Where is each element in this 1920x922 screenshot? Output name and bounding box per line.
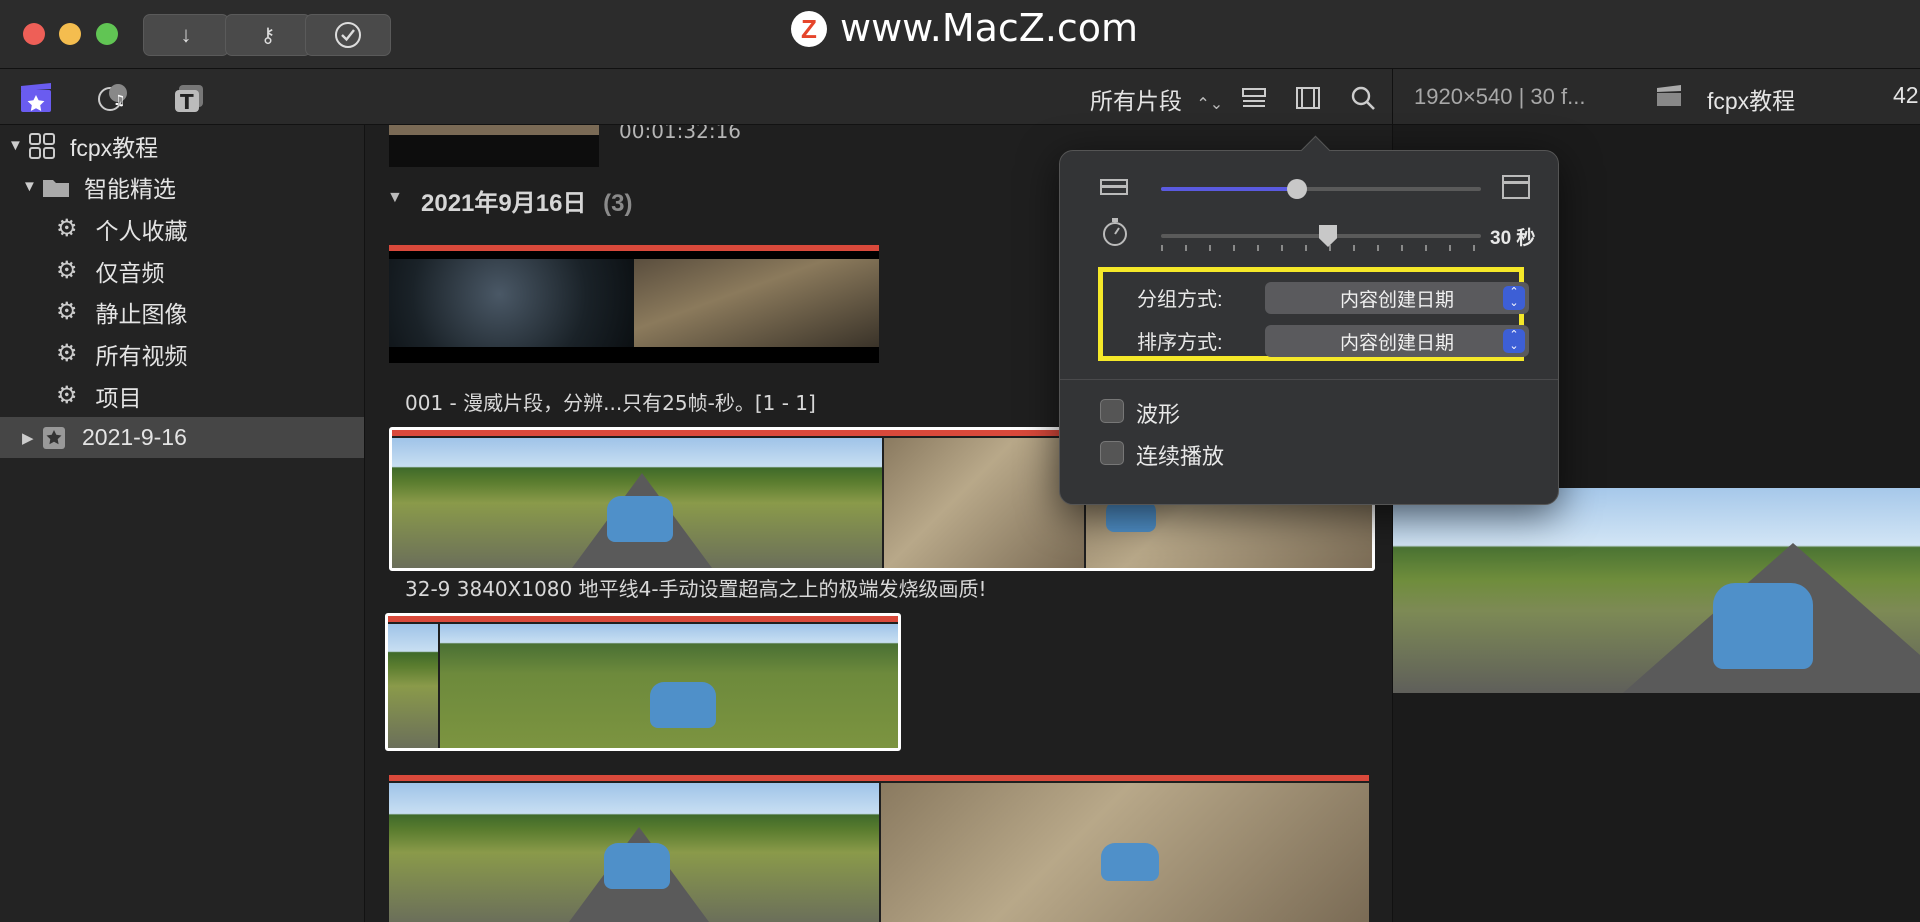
popover-divider bbox=[1060, 379, 1558, 380]
key-icon: ⚷ bbox=[260, 24, 276, 47]
sidebar-item-projects[interactable]: ⚙ 项目 bbox=[0, 375, 364, 416]
import-button[interactable]: ↓ bbox=[143, 14, 229, 56]
gear-icon: ⚙ bbox=[56, 298, 78, 325]
clip-timecode: 00:01:32:16 bbox=[619, 125, 742, 143]
gear-icon: ⚙ bbox=[56, 340, 78, 367]
clip-thumbnail[interactable] bbox=[389, 245, 879, 363]
toolbar-divider bbox=[1392, 69, 1393, 124]
waveforms-label: 波形 bbox=[1136, 402, 1181, 427]
search-icon[interactable] bbox=[1345, 80, 1381, 116]
viewer-format-info: 1920×540 | 30 f... bbox=[1414, 84, 1586, 109]
waveforms-checkbox[interactable] bbox=[1100, 399, 1124, 423]
sidebar-item-stills[interactable]: ⚙ 静止图像 bbox=[0, 291, 364, 332]
gear-icon: ⚙ bbox=[56, 257, 78, 284]
zoom-window-button[interactable] bbox=[96, 23, 118, 45]
library-name: fcpx教程 bbox=[70, 134, 159, 161]
title-bar: ↓ ⚷ Z www.MacZ.com bbox=[0, 0, 1920, 69]
gear-icon: ⚙ bbox=[56, 215, 78, 242]
watermark-text: www.MacZ.com bbox=[840, 6, 1139, 50]
libraries-icon[interactable] bbox=[18, 80, 54, 116]
clip-appearance-popover: 30 秒 分组方式: 内容创建日期 ⌃ ⌄ 排序方式: 内容创建日期 ⌃ ⌄ 波形 … bbox=[1059, 135, 1559, 505]
large-clip-height-icon bbox=[1502, 175, 1530, 199]
list-view-icon[interactable] bbox=[1236, 80, 1272, 116]
sidebar-item-label: 静止图像 bbox=[95, 300, 188, 327]
group-by-select[interactable]: 内容创建日期 ⌃ ⌄ bbox=[1265, 282, 1529, 314]
sidebar-smart-folder-row[interactable]: ▼ 智能精选 bbox=[0, 166, 364, 207]
clip-caption: 32-9 3840X1080 地平线4-手动设置超高之上的极端发烧级画质! bbox=[405, 577, 987, 601]
sort-by-value: 内容创建日期 bbox=[1339, 332, 1454, 354]
sort-by-select[interactable]: 内容创建日期 ⌃ ⌄ bbox=[1265, 325, 1529, 357]
keywords-button[interactable]: ⚷ bbox=[225, 14, 311, 56]
group-disclosure-icon[interactable]: ▼ bbox=[387, 189, 403, 207]
continuous-playback-label: 连续播放 bbox=[1136, 444, 1225, 469]
group-by-label: 分组方式: bbox=[1137, 289, 1223, 311]
checkmark-icon bbox=[335, 22, 361, 48]
event-star-icon bbox=[43, 426, 65, 449]
titles-generators-icon[interactable]: T bbox=[172, 80, 208, 116]
updown-chevron-icon: ⌃⌄ bbox=[1196, 96, 1224, 113]
library-grid-icon bbox=[29, 132, 55, 159]
sidebar-item-all-video[interactable]: ⚙ 所有视频 bbox=[0, 333, 364, 374]
sort-by-label: 排序方式: bbox=[1137, 332, 1223, 354]
disclosure-triangle-icon[interactable]: ▶ bbox=[22, 429, 36, 447]
clapper-icon bbox=[1655, 84, 1683, 113]
slider-tick-marks bbox=[1161, 245, 1481, 251]
sidebar-event-row[interactable]: ▶ 2021-9-16 bbox=[0, 417, 364, 458]
smart-folder-name: 智能精选 bbox=[84, 175, 176, 202]
minimize-window-button[interactable] bbox=[59, 23, 81, 45]
duration-value: 30 秒 bbox=[1490, 228, 1536, 249]
sidebar-item-label: 项目 bbox=[95, 384, 142, 411]
group-by-value: 内容创建日期 bbox=[1339, 289, 1454, 311]
date-group-label: 2021年9月16日 bbox=[421, 190, 587, 217]
updown-chevron-icon: ⌃⌄ bbox=[1503, 329, 1525, 353]
clip-filter-select[interactable]: 所有片段 ⌃⌄ bbox=[1090, 82, 1223, 116]
close-window-button[interactable] bbox=[23, 23, 45, 45]
clip-thumbnail[interactable] bbox=[389, 775, 1369, 922]
zoom-duration-slider-knob[interactable] bbox=[1319, 225, 1337, 247]
small-clip-height-icon bbox=[1100, 179, 1128, 195]
browser-toolbar bbox=[0, 69, 1920, 125]
date-group-header: 2021年9月16日 (3) bbox=[421, 183, 632, 218]
clip-height-slider-knob[interactable] bbox=[1287, 179, 1307, 199]
stopwatch-icon bbox=[1103, 218, 1127, 246]
event-name: 2021-9-16 bbox=[82, 424, 187, 450]
clip-filter-label: 所有片段 bbox=[1090, 88, 1182, 114]
gear-icon: ⚙ bbox=[56, 382, 78, 409]
background-tasks-button[interactable] bbox=[305, 14, 391, 56]
clip-thumbnail-selected[interactable] bbox=[385, 613, 901, 751]
disclosure-triangle-icon[interactable]: ▼ bbox=[8, 137, 23, 154]
viewer-project-name: fcpx教程 bbox=[1707, 88, 1796, 114]
continuous-playback-checkbox[interactable] bbox=[1100, 441, 1124, 465]
sidebar-item-favorites[interactable]: ⚙ 个人收藏 bbox=[0, 208, 364, 249]
clip-appearance-icon[interactable] bbox=[1290, 80, 1326, 116]
sidebar-item-label: 仅音频 bbox=[95, 259, 165, 286]
import-arrow-icon: ↓ bbox=[180, 22, 192, 47]
sidebar-item-label: 所有视频 bbox=[95, 342, 188, 369]
date-group-count: (3) bbox=[603, 190, 633, 217]
viewer-frame[interactable] bbox=[1393, 488, 1920, 693]
sidebar-library-row[interactable]: ▼ fcpx教程 bbox=[0, 125, 364, 166]
folder-icon bbox=[43, 179, 69, 197]
svg-text:T: T bbox=[180, 90, 194, 114]
sidebar-item-label: 个人收藏 bbox=[95, 217, 188, 244]
photos-audio-icon[interactable]: ♫ bbox=[95, 80, 131, 116]
clip-thumbnail-partial[interactable] bbox=[389, 125, 599, 167]
clip-caption: 001 - 漫威片段，分辨...只有25帧-秒。[1 - 1] bbox=[405, 391, 816, 415]
disclosure-triangle-icon[interactable]: ▼ bbox=[22, 178, 37, 195]
svg-text:♫: ♫ bbox=[113, 93, 126, 109]
sidebar-item-audio-only[interactable]: ⚙ 仅音频 bbox=[0, 250, 364, 291]
clip-height-slider-fill bbox=[1161, 187, 1297, 191]
watermark-logo: Z bbox=[791, 11, 827, 47]
updown-chevron-icon: ⌃⌄ bbox=[1503, 286, 1525, 310]
viewer-counter: 42 bbox=[1893, 82, 1919, 108]
